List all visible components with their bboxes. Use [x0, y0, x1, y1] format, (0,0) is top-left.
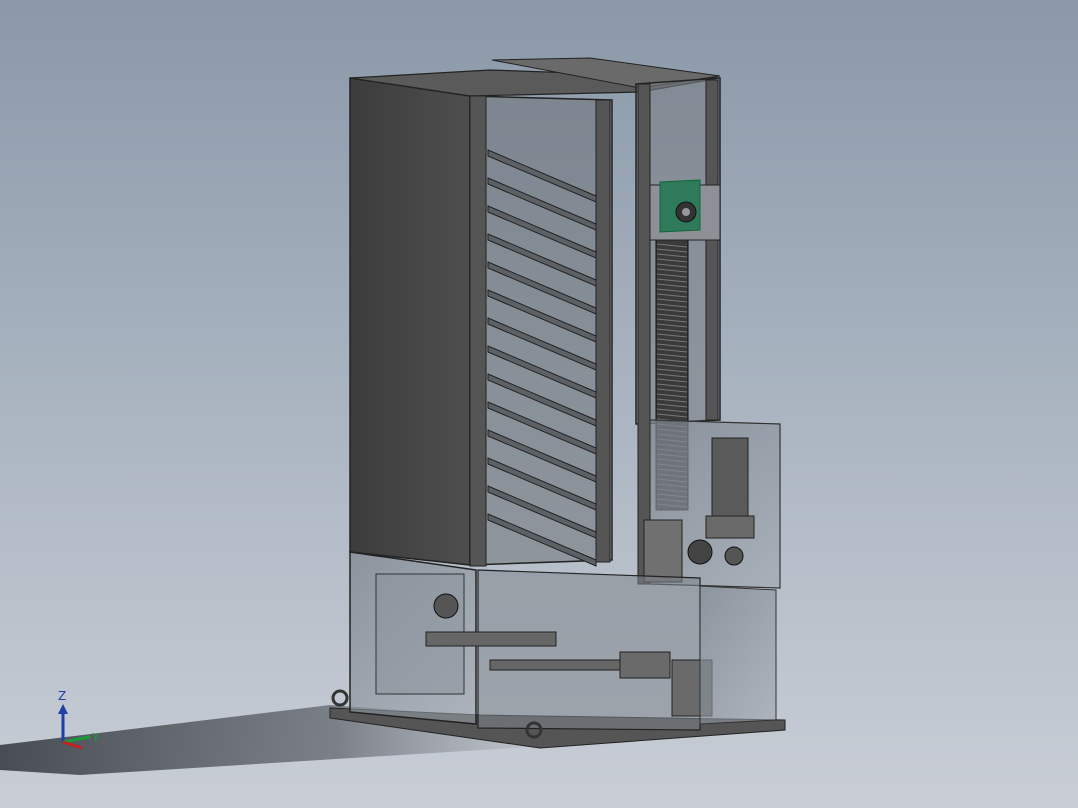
left-post	[469, 95, 487, 567]
right-post	[637, 83, 651, 585]
rack-frame	[469, 95, 613, 566]
motor-pulley-2	[724, 546, 744, 566]
lower-cylinder	[619, 651, 671, 679]
triad-z-label: Z	[58, 689, 66, 703]
coordinate-triad: Z Y	[58, 689, 100, 750]
lower-gear	[433, 593, 459, 619]
lower-tray	[425, 631, 557, 647]
lower-center-frame	[477, 569, 701, 731]
lower-tray-2	[489, 659, 641, 671]
triad-z-arrow	[58, 704, 68, 714]
lower-right-glass	[699, 585, 777, 725]
servo-motor	[711, 437, 749, 519]
triad-y-label: Y	[91, 731, 100, 745]
mid-post	[595, 99, 611, 563]
cad-viewport[interactable]: Z Y	[0, 0, 1078, 808]
machine-assembly-model[interactable]: Z Y	[0, 0, 1078, 808]
right-post-outer	[705, 79, 719, 421]
motor-flange	[705, 515, 755, 539]
left-enclosure-panel	[349, 77, 471, 566]
lifting-eye-left	[331, 689, 349, 707]
slide-block	[643, 519, 683, 583]
bearing-bore	[682, 208, 690, 216]
motor-pulley	[687, 539, 713, 565]
